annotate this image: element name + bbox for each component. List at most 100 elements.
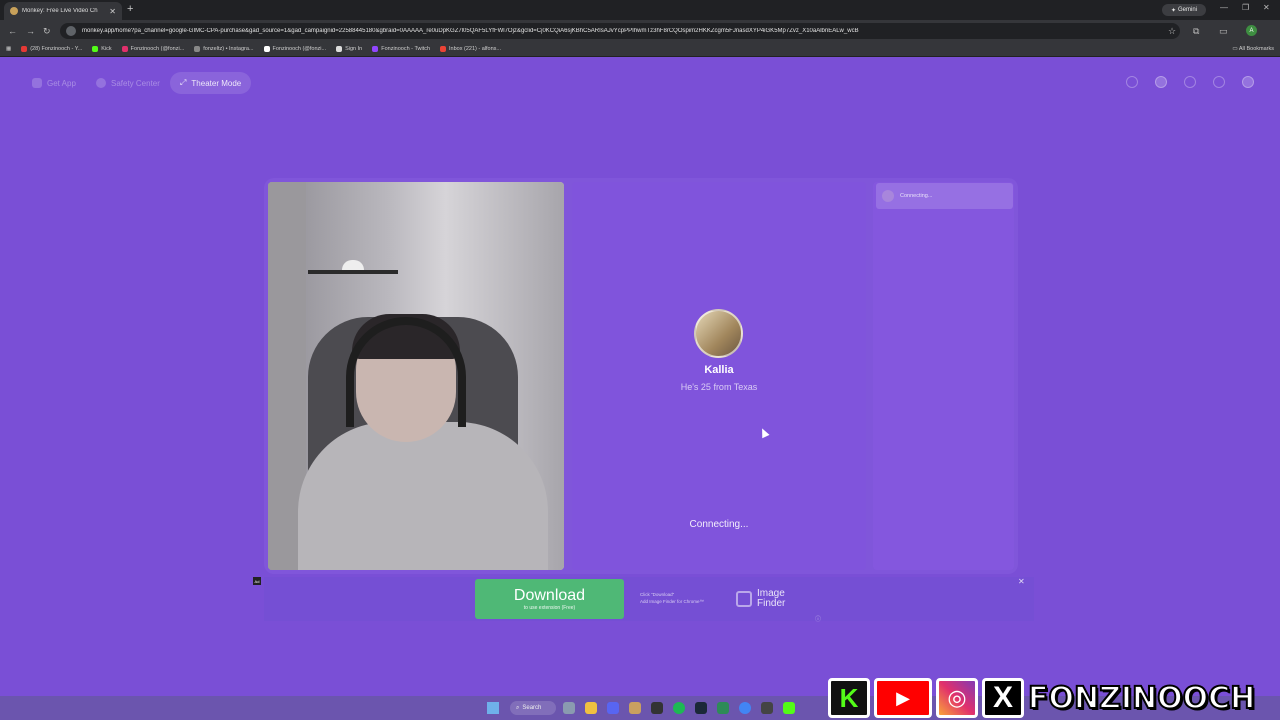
self-camera-feed xyxy=(268,182,564,570)
youtube-icon xyxy=(21,46,28,52)
download-ad-button[interactable]: Download to use extension (Free) xyxy=(475,579,624,619)
kick-app-icon[interactable] xyxy=(783,702,795,714)
app-icon[interactable] xyxy=(629,702,641,714)
terminal-icon[interactable] xyxy=(761,702,773,714)
forward-icon[interactable]: → xyxy=(26,26,35,36)
bookmark-star-icon[interactable]: ☆ xyxy=(1168,26,1176,37)
ad-label: Ad xyxy=(253,577,261,585)
discord-icon[interactable] xyxy=(607,702,619,714)
user-avatar-icon[interactable] xyxy=(1242,76,1254,88)
twitch-icon xyxy=(372,46,379,52)
phone-icon xyxy=(32,78,42,88)
x-icon xyxy=(263,46,270,52)
bookmark-item[interactable]: (28) Fonzinooch - Y... xyxy=(21,46,82,52)
streamer-overlay: K ▶ ◎ X FONZINOOCH xyxy=(826,676,1280,720)
streamer-name: FONZINOOCH xyxy=(1027,680,1256,717)
partner-video-panel xyxy=(572,182,866,570)
bookmark-item[interactable]: fonzeltz) • Instagra... xyxy=(194,46,254,52)
gmail-icon xyxy=(440,46,447,52)
address-bar[interactable]: monkey.app/home?pa_channel=google-GIMC-C… xyxy=(60,23,1180,39)
x-logo-icon: X xyxy=(982,678,1024,718)
ad-step-2: Add Image Finder for Chrome™ xyxy=(640,599,705,604)
messages-icon[interactable] xyxy=(1213,76,1225,88)
expand-icon: ⤢ xyxy=(180,78,187,87)
file-explorer-icon[interactable] xyxy=(585,702,597,714)
bookmark-item[interactable]: Fonzinooch (@fonzi... xyxy=(263,46,327,52)
partner-name: Kallia xyxy=(704,364,734,376)
back-icon[interactable]: ← xyxy=(8,26,17,36)
theater-mode-button[interactable]: ⤢ Theater Mode xyxy=(170,72,252,94)
ad-info-icon[interactable]: ⓘ xyxy=(815,614,821,623)
bookmark-item[interactable]: Inbox (221) - alfons... xyxy=(440,46,501,52)
obs-icon[interactable] xyxy=(651,702,663,714)
bookmark-label: Inbox (221) - alfons... xyxy=(449,46,502,52)
globe-icon xyxy=(194,46,201,52)
all-bookmarks-label: All Bookmarks xyxy=(1238,46,1274,52)
restore-icon[interactable]: ❐ xyxy=(1242,3,1249,12)
tab-close-icon[interactable]: ✕ xyxy=(109,7,116,16)
folder-icon: ▭ xyxy=(1232,46,1238,52)
bookmark-label: fonzeltz) • Instagra... xyxy=(203,46,254,52)
browser-tab[interactable]: Monkey: Free Live Video Ch ✕ xyxy=(4,2,122,20)
profile-avatar[interactable]: A xyxy=(1246,25,1257,36)
bookmark-item[interactable]: Sign In xyxy=(336,46,362,52)
url-text: monkey.app/home?pa_channel=google-GIMC-C… xyxy=(82,28,859,34)
chat-panel xyxy=(873,182,1014,570)
bookmark-item[interactable]: Fonzinooch (@fonzi... xyxy=(121,46,185,52)
sign-in-icon xyxy=(336,46,343,52)
sparkle-icon: ✦ xyxy=(1170,7,1176,14)
ad-steps: Click "Download" Add Image Finder for Ch… xyxy=(640,591,704,605)
drone-on-wall xyxy=(308,260,398,284)
safety-center-button[interactable]: Safety Center xyxy=(86,72,170,94)
instagram-icon xyxy=(121,46,128,52)
download-subtitle: to use extension (Free) xyxy=(523,605,576,611)
gemini-button[interactable]: ✦ Gemini xyxy=(1162,4,1206,16)
download-title: Download xyxy=(513,587,586,604)
site-info-icon[interactable] xyxy=(66,26,76,36)
bookmark-item[interactable]: Kick xyxy=(92,46,112,52)
person-body xyxy=(298,422,548,570)
extensions-icon[interactable]: ⧉ xyxy=(1193,26,1199,37)
bookmark-label: Fonzinooch (@fonzi... xyxy=(130,46,185,52)
chrome-icon[interactable] xyxy=(739,702,751,714)
headset xyxy=(346,317,466,427)
spotify-icon[interactable] xyxy=(673,702,685,714)
ad-close-icon[interactable]: ✕ xyxy=(1018,577,1025,586)
youtube-logo-icon: ▶ xyxy=(874,678,932,718)
taskbar-search-label: Search xyxy=(522,705,542,711)
reload-icon[interactable]: ↻ xyxy=(43,26,51,37)
connecting-status: Connecting... xyxy=(689,519,749,530)
gemini-label: Gemini xyxy=(1178,7,1198,13)
kick-icon xyxy=(92,46,99,52)
bookmarks-bar: ▦ (28) Fonzinooch - Y... Kick Fonzinooch… xyxy=(0,42,1280,57)
search-icon[interactable] xyxy=(1126,76,1138,88)
new-tab-button[interactable]: + xyxy=(127,3,133,15)
partner-info: He's 25 from Texas xyxy=(680,382,758,392)
bookmark-item[interactable]: Fonzinooch - Twitch xyxy=(372,46,430,52)
search-icon: ⌕ xyxy=(516,704,520,711)
apps-grid-icon[interactable]: ▦ xyxy=(6,46,11,52)
close-window-icon[interactable]: ✕ xyxy=(1263,3,1270,12)
windows-start-icon[interactable] xyxy=(487,702,499,714)
all-bookmarks-button[interactable]: ▭ All Bookmarks xyxy=(1232,46,1274,52)
theater-mode-label: Theater Mode xyxy=(191,78,242,88)
get-app-button[interactable]: Get App xyxy=(22,72,86,94)
steam-icon[interactable] xyxy=(695,702,707,714)
history-icon[interactable] xyxy=(1184,76,1196,88)
settings-icon[interactable] xyxy=(563,702,575,714)
instagram-logo-icon: ◎ xyxy=(936,678,978,718)
chat-status-item: Connecting... xyxy=(876,183,1013,209)
tab-bar xyxy=(0,0,1280,20)
cast-icon[interactable]: ▭ xyxy=(1219,26,1228,37)
image-finder-logo[interactable]: Image Finder xyxy=(736,589,785,609)
ad-step-1: Click "Download" xyxy=(640,592,675,597)
finder-line-2: Finder xyxy=(757,598,786,609)
bookmark-label: Kick xyxy=(101,46,112,52)
bookmark-label: Fonzinooch (@fonzi... xyxy=(272,46,327,52)
safety-center-label: Safety Center xyxy=(111,78,160,88)
minimize-icon[interactable]: — xyxy=(1220,3,1228,12)
store-icon[interactable] xyxy=(717,702,729,714)
taskbar-search[interactable]: ⌕ Search xyxy=(510,701,556,715)
chat-status-text: Connecting... xyxy=(900,193,933,199)
coins-icon[interactable] xyxy=(1155,76,1167,88)
